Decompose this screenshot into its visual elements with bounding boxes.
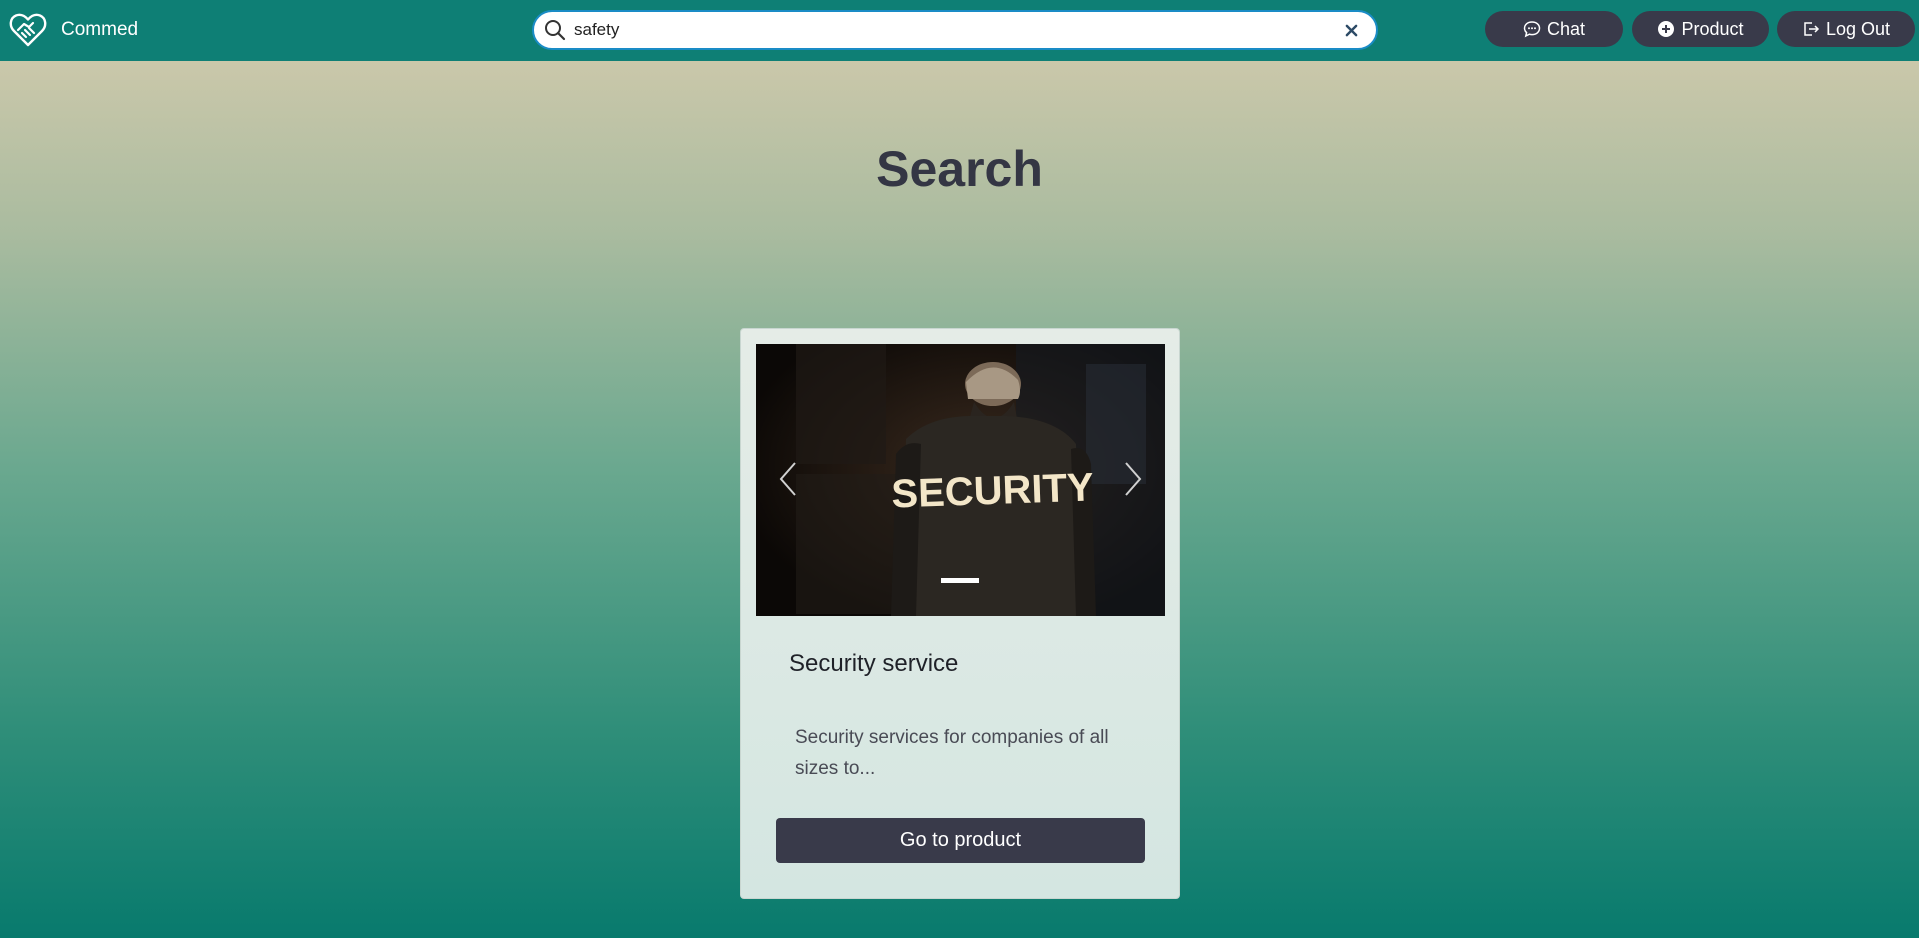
brand-link[interactable]: Commed bbox=[9, 11, 138, 49]
close-icon bbox=[1345, 24, 1357, 36]
logout-button[interactable]: Log Out bbox=[1777, 11, 1915, 47]
search-input[interactable] bbox=[574, 20, 1340, 40]
product-title: Security service bbox=[789, 650, 959, 677]
search-icon bbox=[545, 20, 566, 41]
chevron-right-icon bbox=[1125, 462, 1142, 496]
chat-button[interactable]: Chat bbox=[1485, 11, 1623, 47]
chat-bubble-icon bbox=[1523, 21, 1541, 38]
image-shirt-text: SECURITY bbox=[891, 465, 1095, 516]
page-title: Search bbox=[876, 141, 1043, 197]
brand-name: Commed bbox=[61, 19, 139, 40]
navbar: Commed Chat Product bbox=[0, 0, 1919, 61]
carousel-prev-button[interactable] bbox=[768, 454, 808, 504]
carousel-next-button[interactable] bbox=[1113, 454, 1153, 504]
product-button-label: Product bbox=[1681, 18, 1744, 39]
carousel-indicator[interactable] bbox=[941, 578, 979, 583]
chevron-left-icon bbox=[779, 462, 796, 496]
product-image-carousel: SECURITY bbox=[756, 344, 1165, 616]
logout-icon bbox=[1804, 22, 1820, 36]
logout-button-label: Log Out bbox=[1825, 18, 1891, 39]
add-product-button[interactable]: Product bbox=[1632, 11, 1769, 47]
search-box bbox=[532, 10, 1378, 50]
clear-search-button[interactable] bbox=[1340, 19, 1362, 41]
product-image: SECURITY bbox=[756, 344, 1165, 616]
product-card: SECURITY Security service Security servi… bbox=[740, 328, 1180, 899]
product-description: Security services for companies of all s… bbox=[795, 727, 1109, 779]
plus-circle-icon bbox=[1658, 21, 1675, 37]
heart-handshake-icon bbox=[9, 13, 47, 47]
go-to-product-button[interactable]: Go to product bbox=[776, 818, 1145, 863]
chat-button-label: Chat bbox=[1546, 18, 1586, 39]
